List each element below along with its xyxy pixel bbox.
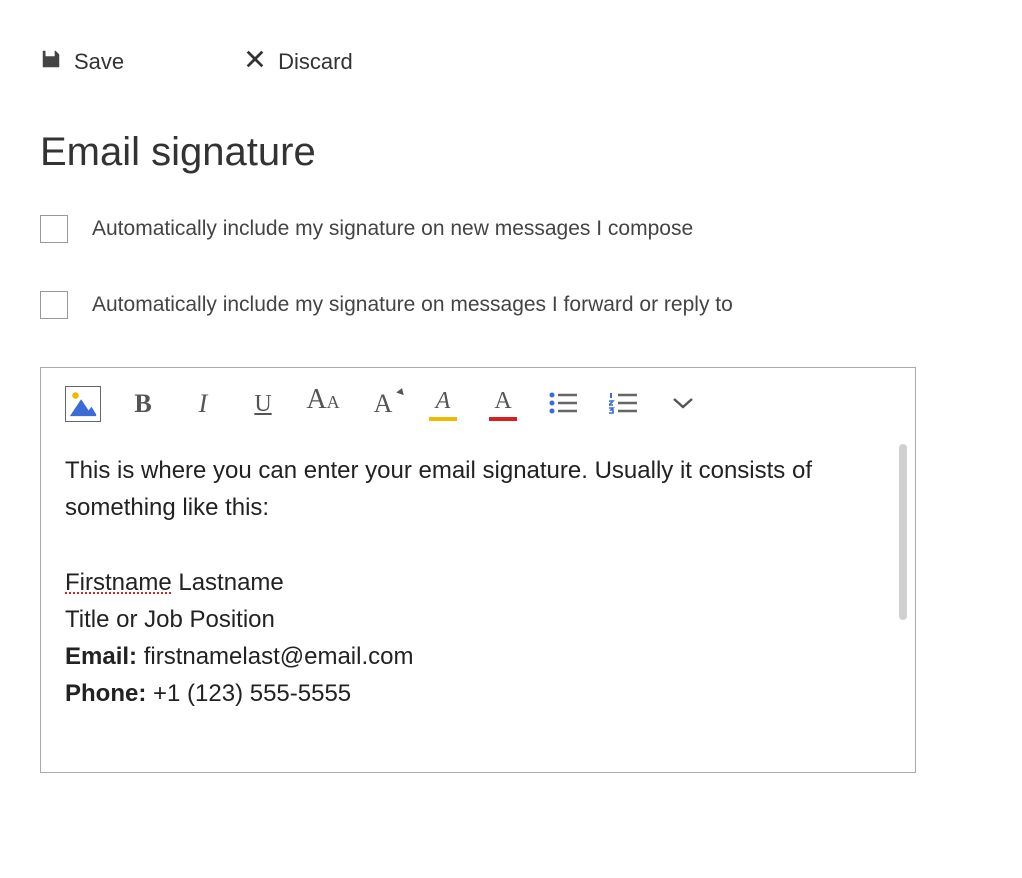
- font-color-button[interactable]: A: [485, 386, 521, 422]
- bold-icon: B: [134, 389, 151, 419]
- save-button[interactable]: Save: [40, 48, 124, 76]
- font-family-icon: A: [374, 389, 393, 419]
- checkbox-row-new-messages: Automatically include my signature on ne…: [40, 215, 982, 243]
- bold-button[interactable]: B: [125, 386, 161, 422]
- discard-button[interactable]: Discard: [244, 48, 353, 76]
- signature-title-line: Title or Job Position: [65, 601, 891, 638]
- signature-phone-line: Phone: +1 (123) 555-5555: [65, 675, 891, 712]
- editor-scrollbar[interactable]: [899, 444, 907, 620]
- page-title: Email signature: [40, 130, 982, 175]
- bullet-list-icon: [549, 392, 577, 417]
- italic-button[interactable]: I: [185, 386, 221, 422]
- checkbox-label-new-messages: Automatically include my signature on ne…: [92, 217, 693, 241]
- save-icon: [40, 48, 62, 76]
- signature-name-line: Firstname Lastname: [65, 564, 891, 601]
- highlight-color-bar: [429, 417, 457, 421]
- top-actions-bar: Save Discard: [40, 48, 982, 76]
- more-options-button[interactable]: [665, 386, 701, 422]
- chevron-down-icon: [672, 396, 694, 413]
- highlight-button[interactable]: A: [425, 386, 461, 422]
- underline-icon: U: [254, 391, 271, 418]
- checkbox-label-reply-forward: Automatically include my signature on me…: [92, 293, 733, 317]
- signature-email-line: Email: firstnamelast@email.com: [65, 638, 891, 675]
- signature-textarea[interactable]: This is where you can enter your email s…: [41, 436, 915, 772]
- save-label: Save: [74, 49, 124, 75]
- font-size-button[interactable]: AA: [305, 386, 341, 422]
- checkbox-new-messages[interactable]: [40, 215, 68, 243]
- discard-label: Discard: [278, 49, 353, 75]
- bullet-list-button[interactable]: [545, 386, 581, 422]
- signature-intro: This is where you can enter your email s…: [65, 452, 891, 526]
- checkbox-reply-forward[interactable]: [40, 291, 68, 319]
- font-size-icon: A: [306, 386, 326, 414]
- underline-button[interactable]: U: [245, 386, 281, 422]
- checkbox-row-reply-forward: Automatically include my signature on me…: [40, 291, 982, 319]
- image-icon: [68, 388, 98, 421]
- close-icon: [244, 48, 266, 76]
- font-color-icon: A: [494, 388, 511, 415]
- editor-toolbar: B I U AA A A A: [41, 368, 915, 436]
- font-family-button[interactable]: A: [365, 386, 401, 422]
- signature-editor: B I U AA A A A: [40, 367, 916, 773]
- font-color-bar: [489, 417, 517, 421]
- numbered-list-icon: [609, 392, 637, 417]
- numbered-list-button[interactable]: [605, 386, 641, 422]
- highlight-icon: A: [436, 388, 451, 415]
- italic-icon: I: [199, 389, 208, 419]
- insert-image-button[interactable]: [65, 386, 101, 422]
